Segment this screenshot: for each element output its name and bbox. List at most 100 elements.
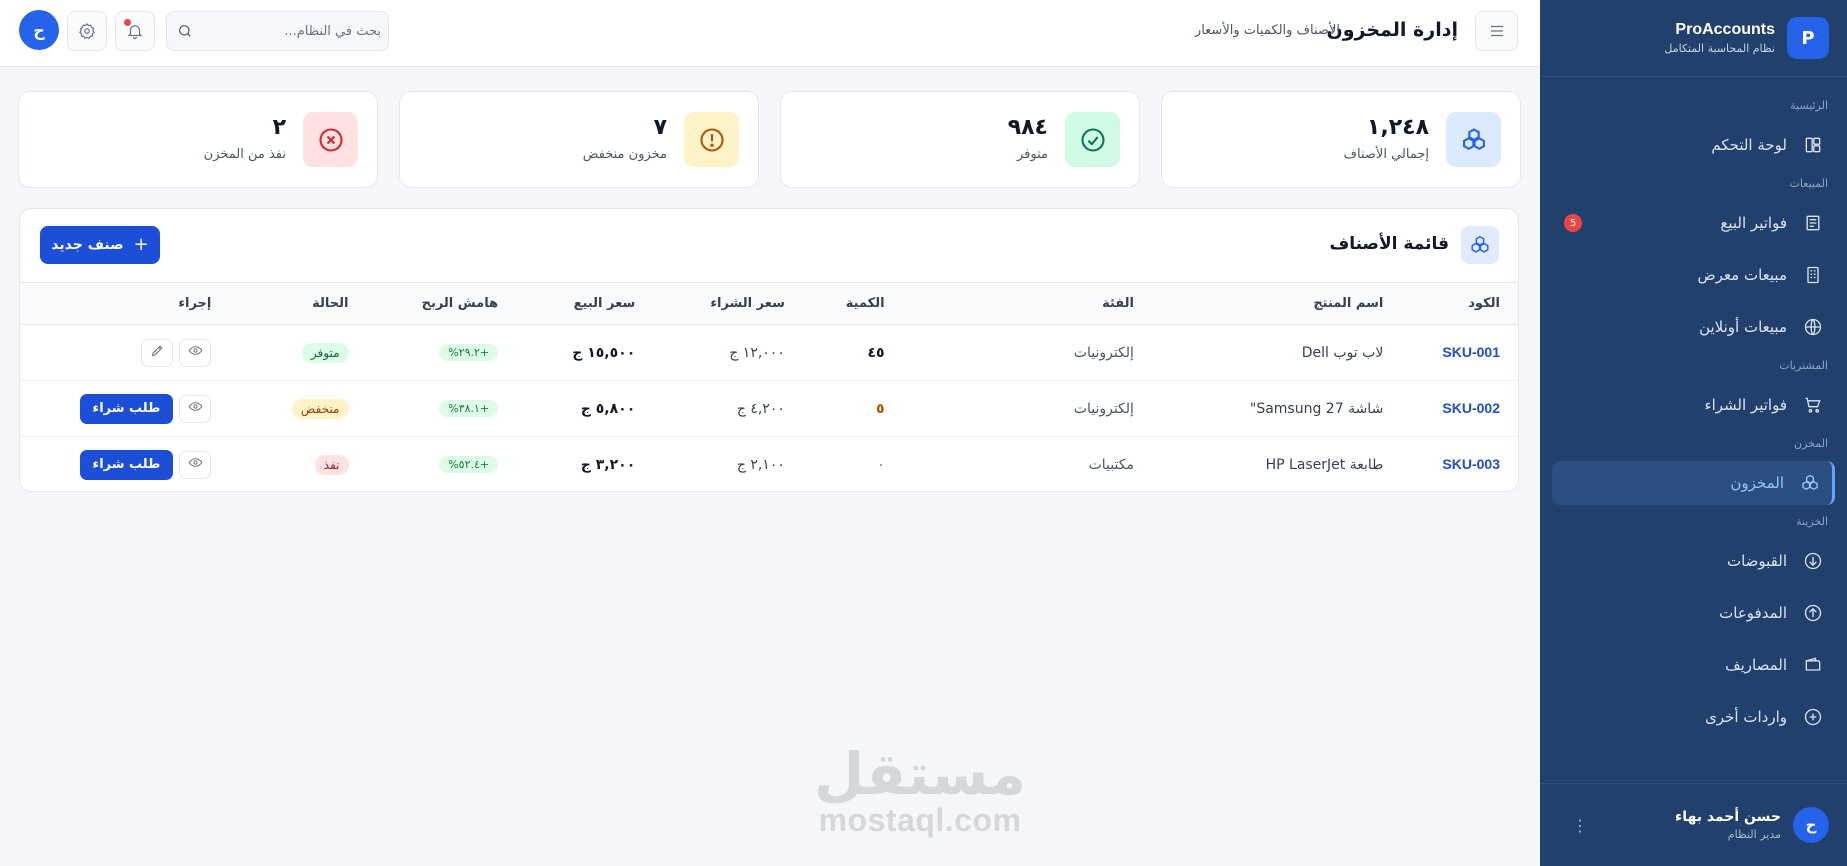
stat-value: ٩٨٤	[1007, 115, 1048, 140]
product-name: طابعة HP LaserJet	[1265, 456, 1384, 473]
column-header: الكمية	[845, 296, 885, 311]
gear-icon	[79, 22, 95, 39]
sidebar-item-cart[interactable]: فواتير الشراء	[1552, 383, 1835, 427]
stat-value: ٢	[272, 115, 286, 140]
sidebar-item-label: المخزون	[1730, 474, 1784, 492]
sidebar-item-arrow-up-circle[interactable]: المدفوعات	[1552, 591, 1835, 635]
sku-link[interactable]: SKU-001	[1442, 344, 1500, 360]
row-actions: طلب شراء	[38, 393, 212, 424]
sidebar-item-boxes[interactable]: المخزون	[1552, 461, 1835, 505]
header-avatar[interactable]: ح	[19, 10, 59, 50]
sidebar-item-globe[interactable]: مبيعات أونلاين	[1552, 305, 1835, 349]
stat-label: إجمالي الأصناف	[1343, 147, 1429, 162]
sidebar-item-label: فواتير الشراء	[1704, 396, 1787, 414]
column-header: سعر الشراء	[710, 296, 785, 311]
boxes-icon	[1798, 471, 1822, 495]
stat-value: ١,٢٤٨	[1366, 115, 1429, 140]
brand: P ProAccounts نظام المحاسبة المتكامل	[1540, 0, 1847, 77]
sidebar-item-label: فواتير البيع	[1720, 214, 1787, 232]
view-button[interactable]	[179, 394, 212, 423]
dashboard-icon	[1801, 133, 1825, 157]
view-button[interactable]	[179, 450, 212, 479]
plus-circle-icon	[1801, 705, 1825, 729]
pencil-icon	[150, 343, 165, 362]
globe-icon	[1801, 315, 1825, 339]
column-header: الفئة	[1102, 296, 1134, 311]
eye-icon	[188, 455, 203, 474]
sidebar-item-arrow-down-circle[interactable]: القبوضات	[1552, 539, 1835, 583]
purchase-price: ٢,١٠٠ ج	[736, 456, 785, 473]
page-title: إدارة المخزون	[1326, 19, 1458, 41]
user-name: حسن أحمد بهاء	[1675, 809, 1781, 825]
margin-badge: +٥٢.٤%	[439, 456, 499, 474]
user-role: مدير النظام	[1727, 828, 1781, 841]
count-badge: 5	[1564, 214, 1582, 232]
sidebar-item-building[interactable]: مبيعات معرض	[1552, 253, 1835, 297]
purchase-price: ٤,٢٠٠ ج	[736, 400, 785, 417]
stat-card: ٧ مخزون منخفض	[399, 91, 759, 188]
watermark-arabic: مستقل	[813, 740, 1027, 808]
nav-section-title: المبيعات	[1789, 177, 1828, 190]
product-name: لاب توب Dell	[1301, 344, 1384, 361]
arrow-down-circle-icon	[1801, 549, 1825, 573]
table-row[interactable]: SKU-003 طابعة HP LaserJet مكتبيات ٠ ٢,١٠٠ ج ٣…	[20, 437, 1518, 492]
margin-badge: +٢٩.٢%	[439, 344, 499, 361]
quantity: ٥	[876, 400, 885, 417]
watermark: مستقل mostaql.com	[805, 744, 1035, 836]
sidebar-item-label: لوحة التحكم	[1711, 136, 1787, 154]
brand-logo: P	[1787, 17, 1829, 59]
check-circle-icon	[1065, 112, 1120, 167]
user-avatar: ح	[1793, 807, 1829, 843]
sale-price: ٣,٢٠٠ ج	[580, 456, 636, 473]
table-row[interactable]: SKU-001 لاب توب Dell إلكترونيات ٤٥ ١٢,٠٠٠ ج ١…	[20, 325, 1518, 381]
table-title: قائمة الأصناف	[1329, 234, 1449, 254]
nav-section-title: المخزن	[1793, 437, 1828, 450]
boxes-icon	[1446, 112, 1501, 167]
alert-circle-icon	[684, 112, 739, 167]
purchase-order-button[interactable]: طلب شراء	[79, 393, 174, 424]
status-badge: نفذ	[314, 454, 349, 475]
sidebar-item-receipt[interactable]: فواتير البيع 5	[1552, 201, 1835, 245]
view-button[interactable]	[179, 338, 212, 367]
sku-link[interactable]: SKU-002	[1442, 400, 1500, 416]
menu-toggle-button[interactable]	[1475, 11, 1518, 51]
quantity: ٤٥	[867, 344, 885, 361]
edit-button[interactable]	[141, 338, 174, 367]
stat-label: نفذ من المخزن	[203, 147, 286, 162]
table-row[interactable]: SKU-002 شاشة Samsung 27" إلكترونيات ٥ ٤,٢٠٠ …	[20, 381, 1518, 437]
more-vertical-icon[interactable]: ⋮	[1572, 816, 1588, 835]
column-header: الحالة	[312, 296, 349, 311]
nav-section-title: الرئيسية	[1790, 99, 1828, 112]
sku-link[interactable]: SKU-003	[1442, 456, 1500, 472]
nav-section-title: الخزينة	[1796, 515, 1828, 528]
items-table-card: قائمة الأصناف + صنف جديد الكود اسم المنتج…	[19, 208, 1519, 492]
add-item-button[interactable]: + صنف جديد	[40, 226, 160, 264]
sidebar-item-label: واردات أخرى	[1705, 708, 1787, 726]
status-badge: منخفض	[291, 398, 349, 419]
brand-name: ProAccounts	[1675, 21, 1775, 38]
user-profile[interactable]: ح حسن أحمد بهاء مدير النظام ⋮	[1540, 783, 1847, 866]
building-icon	[1801, 263, 1825, 287]
stat-card: ٩٨٤ متوفر	[780, 91, 1140, 188]
receipt-icon	[1801, 211, 1825, 235]
product-name: شاشة Samsung 27"	[1249, 400, 1384, 417]
purchase-order-button[interactable]: طلب شراء	[79, 449, 174, 480]
eye-icon	[188, 399, 203, 418]
category: إلكترونيات	[1073, 400, 1134, 417]
stat-card: ١,٢٤٨ إجمالي الأصناف	[1161, 91, 1521, 188]
column-header: إجراء	[178, 296, 212, 311]
column-header: اسم المنتج	[1313, 296, 1384, 311]
category: إلكترونيات	[1073, 344, 1134, 361]
sale-price: ٥,٨٠٠ ج	[580, 400, 636, 417]
sidebar-item-dashboard[interactable]: لوحة التحكم	[1552, 123, 1835, 167]
settings-button[interactable]	[67, 11, 107, 51]
watermark-latin: mostaql.com	[818, 802, 1022, 838]
status-badge: متوفر	[301, 342, 349, 363]
notification-dot	[124, 19, 131, 26]
search-input[interactable]	[201, 12, 381, 50]
sidebar-item-wallet[interactable]: المصاريف	[1552, 643, 1835, 687]
sidebar-item-plus-circle[interactable]: واردات أخرى	[1552, 695, 1835, 739]
top-header: إدارة المخزون الأصناف والكميات والأسعار …	[0, 0, 1540, 67]
notifications-button[interactable]	[115, 11, 155, 51]
category: مكتبيات	[1088, 456, 1134, 473]
